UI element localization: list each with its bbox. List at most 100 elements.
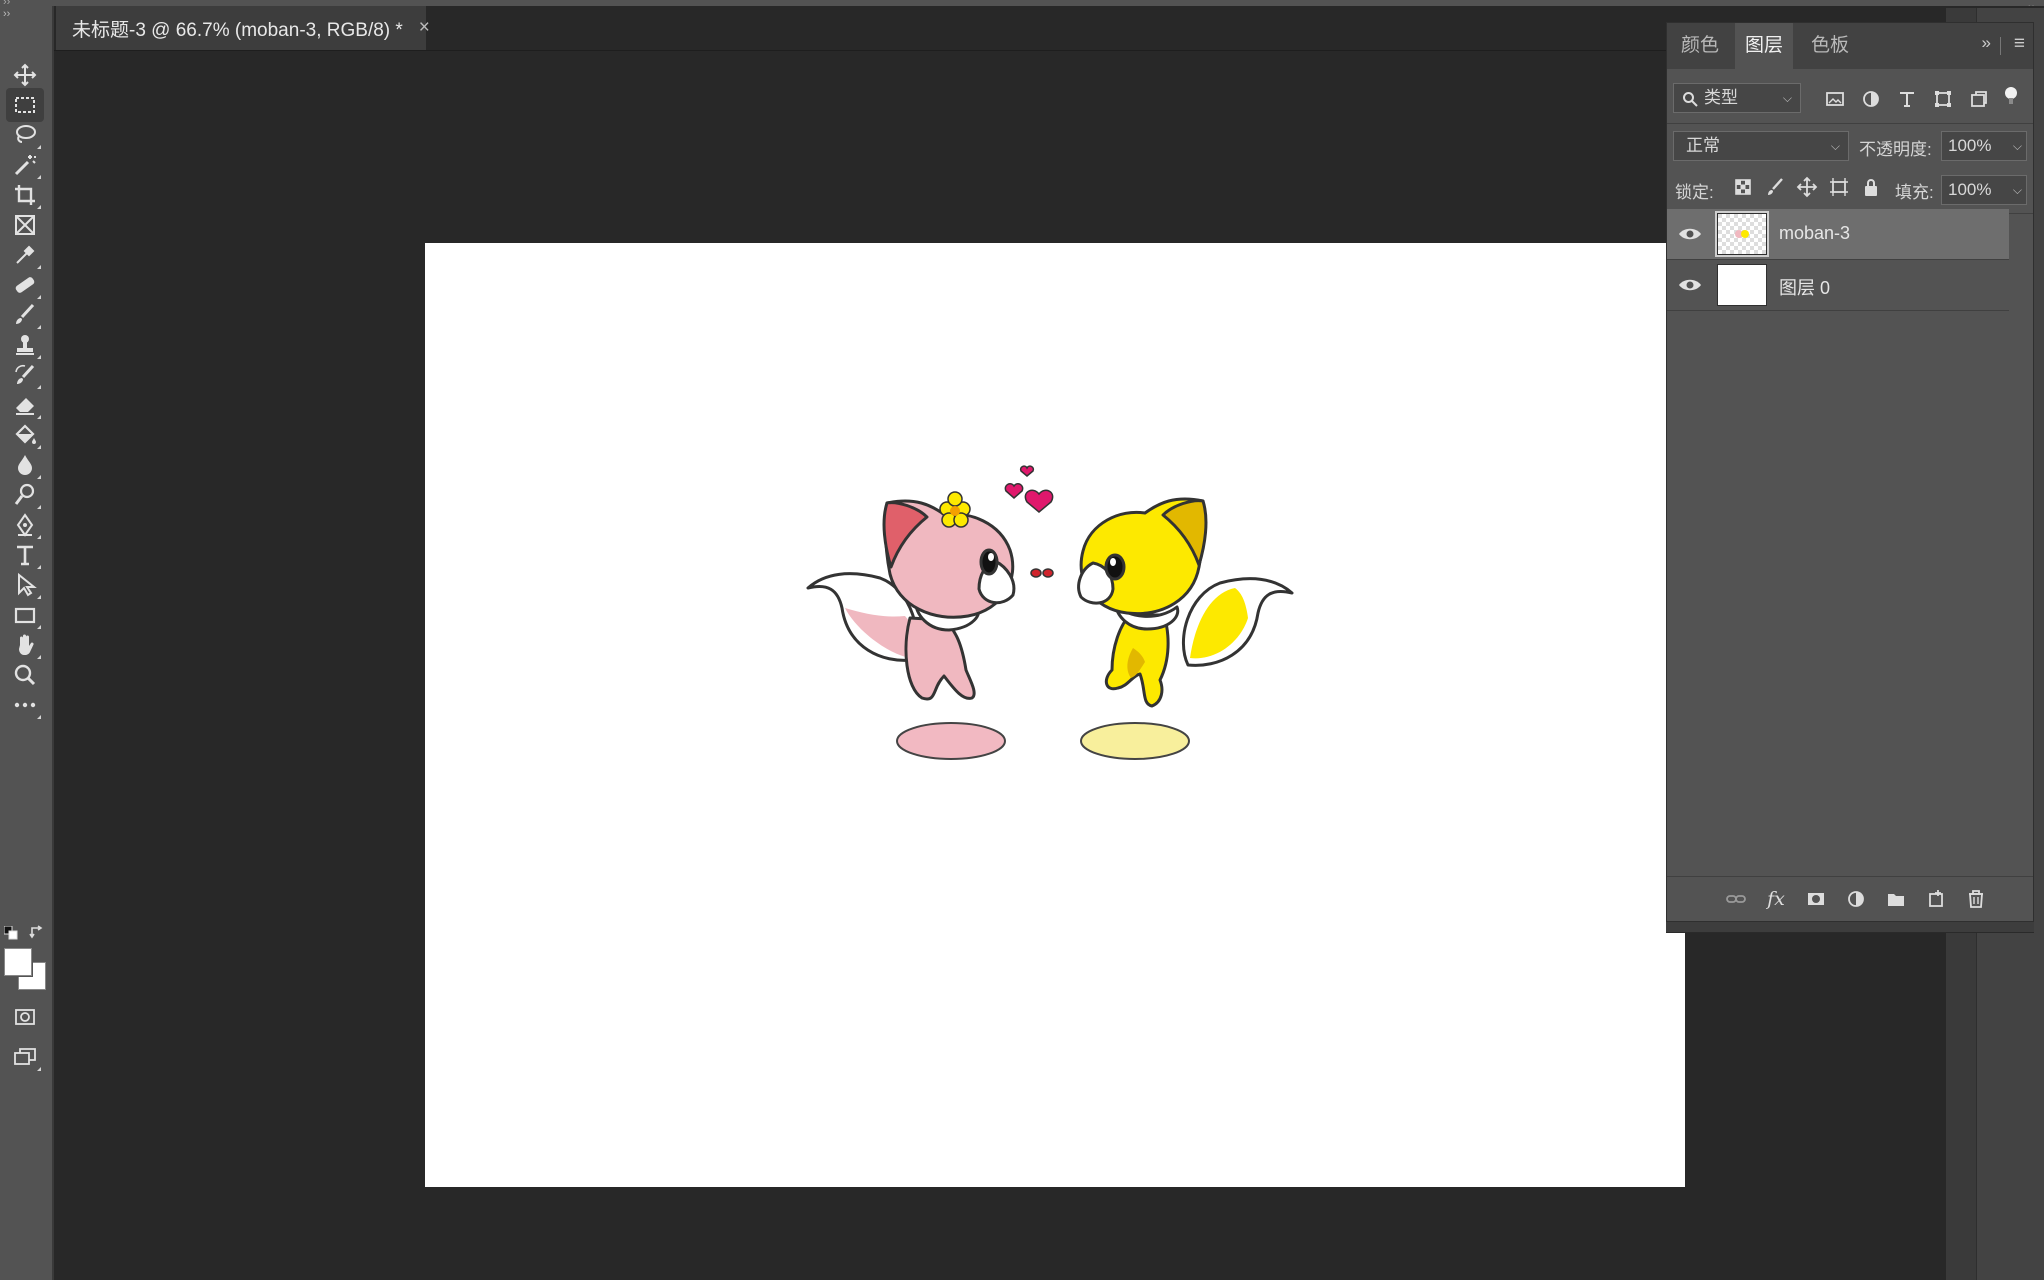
eye-icon[interactable] [1677,273,1703,297]
clone-stamp-tool[interactable] [6,328,44,362]
dodge-tool[interactable] [6,478,44,512]
filter-toggle-button[interactable] [2001,83,2021,107]
paint-bucket-tool[interactable] [6,418,44,452]
layer-thumbnail-image [1718,214,1766,254]
dodge-icon [14,483,35,505]
lasso-icon [16,125,36,143]
pink-fox [806,499,1016,701]
chevron-down-icon: ⌵ [1782,91,1792,105]
filter-adjustment-button[interactable] [1859,87,1883,111]
blend-mode-select[interactable]: 正常 ⌵ [1673,131,1849,161]
link-layers-button[interactable] [1723,887,1749,911]
separator [1667,310,2009,311]
crop-tool[interactable] [6,178,44,212]
eyedropper-tool[interactable] [6,238,44,272]
panel-menu-icon[interactable]: ≡ [2014,33,2025,55]
path-selection-tool[interactable] [6,568,44,602]
swap-colors-icon[interactable] [28,922,46,940]
hand-tool[interactable] [6,628,44,662]
lasso-tool[interactable] [6,118,44,152]
new-group-button[interactable] [1883,887,1909,911]
edit-toolbar-button[interactable] [6,688,44,722]
brush-tool[interactable] [6,298,44,332]
type-icon [1900,92,1914,107]
move-tool[interactable] [6,58,44,92]
tab-swatches[interactable]: 色板 [1811,23,1861,69]
more-dots-icon [14,702,36,708]
layer-row-layer-0[interactable]: 图层 0 [1667,260,2009,310]
pink-shadow-oval [896,722,1006,760]
toolbar-expand-icon[interactable]: ›› [3,8,10,20]
panel-resize-edge[interactable] [1666,922,2034,933]
close-tab-icon[interactable]: × [419,17,430,39]
screen-mode-button[interactable] [6,1040,44,1074]
fill-label: 填充: [1895,183,1934,202]
tab-layers[interactable]: 图层 [1735,23,1793,69]
marquee-icon [15,97,35,113]
eye-icon[interactable] [1677,222,1703,246]
filter-type-button[interactable] [1895,87,1919,111]
new-layer-button[interactable] [1923,887,1949,911]
move-icon [1796,176,1818,198]
hand-icon [19,634,34,655]
filter-shape-button[interactable] [1931,87,1955,111]
adjustment-circle-icon [1848,891,1864,907]
rectangle-icon [14,607,36,624]
layer-name[interactable]: 图层 0 [1779,274,1830,300]
frame-tool[interactable] [6,208,44,242]
add-mask-button[interactable] [1803,887,1829,911]
layer-filter-select[interactable]: 类型 ⌵ [1673,83,1801,113]
toggle-dot-icon [2005,87,2017,104]
healing-brush-tool[interactable] [6,268,44,302]
image-icon [1826,92,1844,106]
history-brush-tool[interactable] [6,358,44,392]
layers-panel: 颜色 图层 色板 » ≡ 类型 ⌵ 正常 ⌵ 不透明度: 100% ⌵ 锁定: … [1666,22,2034,922]
mask-icon [1808,893,1824,905]
chevron-down-icon: ⌵ [1830,139,1840,153]
yellow-fox [1077,497,1294,708]
document-tab[interactable]: 未标题-3 @ 66.7% (moban-3, RGB/8) * × [56,6,430,50]
blur-tool[interactable] [6,448,44,482]
filter-pixel-button[interactable] [1823,87,1847,111]
rectangular-marquee-tool[interactable] [6,88,44,122]
fill-input[interactable]: 100% ⌵ [1941,175,2027,205]
lock-image-pixels-button[interactable] [1763,175,1787,199]
type-icon [17,545,33,566]
lock-all-button[interactable] [1859,175,1883,199]
trash-icon [1969,890,1983,908]
filter-smart-object-button[interactable] [1967,87,1991,111]
foreground-color-swatch[interactable] [4,948,32,976]
opacity-input[interactable]: 100% ⌵ [1941,131,2027,161]
type-tool[interactable] [6,538,44,572]
zoom-tool[interactable] [6,658,44,692]
panel-tab-bar: 颜色 图层 色板 » ≡ [1667,23,2033,69]
chevron-down-icon[interactable]: ⌵ [2013,132,2022,160]
lock-transparent-pixels-button[interactable] [1731,175,1755,199]
rectangle-tool[interactable] [6,598,44,632]
chevron-down-icon[interactable]: ⌵ [2013,176,2022,204]
magic-wand-icon [14,155,36,176]
delete-layer-button[interactable] [1963,887,1989,911]
eraser-tool[interactable] [6,388,44,422]
layer-name[interactable]: moban-3 [1779,223,1850,244]
default-colors-icon[interactable] [4,926,18,940]
layer-style-button[interactable]: fx [1763,887,1789,911]
hearts-icon [1004,465,1054,513]
artboard-icon [1830,178,1848,196]
opacity-value: 100% [1948,136,1992,155]
quick-mask-button[interactable] [6,1000,44,1034]
pen-tool[interactable] [6,508,44,542]
lock-artboard-button[interactable] [1827,175,1851,199]
layers-panel-footer: fx [1667,876,2033,921]
crop-icon [15,185,35,205]
magic-wand-tool[interactable] [6,148,44,182]
opacity-label: 不透明度: [1859,140,1932,159]
lock-position-button[interactable] [1795,175,1819,199]
document-canvas[interactable] [425,243,1685,1187]
new-adjustment-layer-button[interactable] [1843,887,1869,911]
more-panels-icon[interactable]: » [1982,33,1991,53]
new-layer-icon [1929,890,1943,907]
quick-mask-icon [15,1009,35,1025]
layer-row-moban-3[interactable]: moban-3 [1667,209,2009,259]
tab-color[interactable]: 颜色 [1681,23,1731,69]
